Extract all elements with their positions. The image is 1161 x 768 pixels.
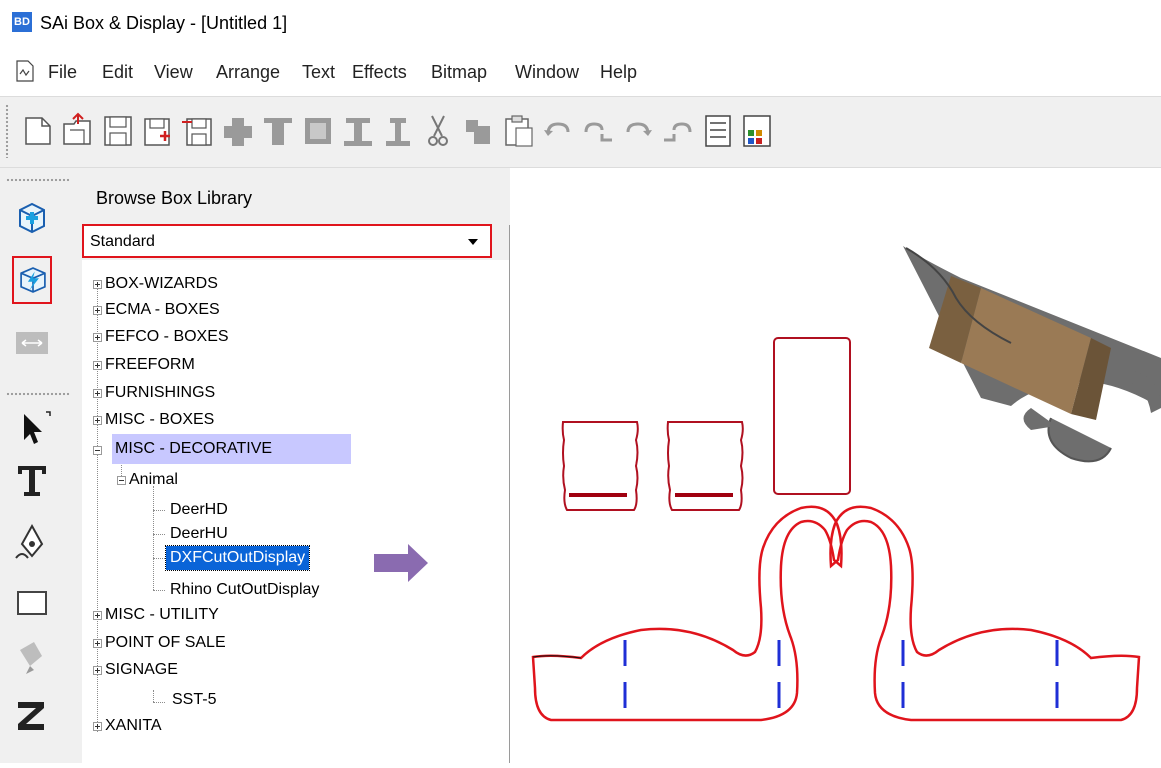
- tree-item-point-of-sale[interactable]: POINT OF SALE: [105, 631, 226, 655]
- menu-view[interactable]: View: [154, 62, 193, 83]
- menu-text[interactable]: Text: [302, 62, 335, 83]
- tool-grip-middle[interactable]: [6, 392, 70, 396]
- save-as-icon[interactable]: [138, 110, 178, 152]
- title-bar: BD SAi Box & Display - [Untitled 1]: [0, 0, 1161, 52]
- tree-item-misc-utility[interactable]: MISC - UTILITY: [105, 603, 219, 627]
- tree-item-box-wizards[interactable]: BOX-WIZARDS: [105, 272, 218, 296]
- nudge-left-icon[interactable]: [218, 110, 258, 152]
- collapse-icon[interactable]: [117, 476, 126, 485]
- tree-connector: [153, 558, 165, 560]
- document-menu-icon[interactable]: [16, 60, 34, 82]
- tree-item-sst-5[interactable]: SST-5: [172, 688, 216, 712]
- new-box-icon[interactable]: [12, 198, 52, 238]
- select-arrow-icon[interactable]: [12, 408, 52, 448]
- export-icon[interactable]: [178, 110, 218, 152]
- align-bottom-icon[interactable]: [378, 110, 418, 152]
- undo-icon[interactable]: [538, 110, 578, 152]
- tree-item-fefco-boxes[interactable]: FEFCO - BOXES: [105, 325, 229, 349]
- redo-multiple-icon[interactable]: [658, 110, 698, 152]
- purple-arrow-icon: [374, 544, 428, 582]
- menu-help[interactable]: Help: [600, 62, 637, 83]
- save-icon[interactable]: [98, 110, 138, 152]
- dropdown-arrow-icon[interactable]: [468, 239, 478, 245]
- tree-item-ecma-boxes[interactable]: ECMA - BOXES: [105, 298, 220, 322]
- toolbar-grip[interactable]: [5, 104, 9, 158]
- palette-icon[interactable]: [738, 110, 778, 152]
- menu-effects[interactable]: Effects: [352, 62, 407, 83]
- expand-icon[interactable]: [93, 639, 102, 648]
- fill-tool-icon[interactable]: [12, 636, 52, 676]
- tree-connector: [153, 690, 155, 702]
- tree-item-rhino-cutoutdisplay[interactable]: Rhino CutOutDisplay: [170, 578, 319, 602]
- panel-title: Browse Box Library: [96, 188, 253, 208]
- tree-connector: [153, 590, 165, 592]
- tree-item-signage[interactable]: SIGNAGE: [105, 658, 178, 682]
- expand-icon[interactable]: [93, 333, 102, 342]
- expand-icon[interactable]: [93, 306, 102, 315]
- library-dropdown[interactable]: Standard: [82, 224, 492, 258]
- expand-icon[interactable]: [93, 361, 102, 370]
- tree-connector: [153, 534, 165, 536]
- app-icon: BD: [12, 12, 32, 32]
- tree-item-misc-decorative[interactable]: MISC - DECORATIVE: [112, 434, 351, 464]
- design-canvas[interactable]: [511, 168, 1161, 763]
- tree-item-furnishings[interactable]: FURNISHINGS: [105, 381, 215, 405]
- library-dropdown-value: Standard: [90, 233, 155, 250]
- redo-icon[interactable]: [618, 110, 658, 152]
- properties-icon[interactable]: [698, 110, 738, 152]
- collapse-icon[interactable]: [93, 446, 102, 455]
- align-top-icon[interactable]: [258, 110, 298, 152]
- expand-icon[interactable]: [93, 722, 102, 731]
- expand-icon[interactable]: [93, 666, 102, 675]
- box-library-button[interactable]: [12, 256, 52, 304]
- menu-edit[interactable]: Edit: [102, 62, 133, 83]
- expand-icon[interactable]: [93, 389, 102, 398]
- tree-connector: [153, 510, 165, 512]
- window-title: SAi Box & Display - [Untitled 1]: [40, 13, 288, 33]
- tree-item-animal[interactable]: Animal: [129, 468, 178, 492]
- rectangle-tool-icon[interactable]: [12, 582, 52, 622]
- tree-connector: [153, 486, 155, 590]
- menu-arrange[interactable]: Arrange: [216, 62, 280, 83]
- text-tool-icon[interactable]: [12, 460, 52, 500]
- pen-tool-icon[interactable]: [12, 522, 52, 562]
- dimension-icon[interactable]: [12, 322, 52, 362]
- expand-icon[interactable]: [93, 416, 102, 425]
- copy-icon[interactable]: [458, 110, 498, 152]
- tool-grip-top[interactable]: [6, 178, 70, 182]
- new-icon[interactable]: [18, 110, 58, 152]
- align-center-icon[interactable]: [298, 110, 338, 152]
- expand-icon[interactable]: [93, 611, 102, 620]
- tree-item-freeform[interactable]: FREEFORM: [105, 353, 195, 377]
- tree-item-deerhd[interactable]: DeerHD: [170, 498, 228, 522]
- open-icon[interactable]: [58, 110, 98, 152]
- menu-file[interactable]: File: [48, 62, 77, 83]
- cut-icon[interactable]: [418, 110, 458, 152]
- tree-item-xanita[interactable]: XANITA: [105, 714, 162, 738]
- tree-item-deerhu[interactable]: DeerHU: [170, 522, 228, 546]
- box-library-icon: [20, 267, 46, 293]
- menu-bitmap[interactable]: Bitmap: [431, 62, 487, 83]
- dieline-drawing: [531, 246, 1161, 722]
- distribute-icon[interactable]: [338, 110, 378, 152]
- tree-item-misc-boxes[interactable]: MISC - BOXES: [105, 408, 214, 432]
- paste-icon[interactable]: [498, 110, 538, 152]
- panel-splitter[interactable]: [509, 225, 510, 763]
- tree-item-dxfcutoutdisplay[interactable]: DXFCutOutDisplay: [164, 545, 311, 571]
- expand-icon[interactable]: [93, 280, 102, 289]
- zoom-tool-icon[interactable]: [12, 694, 52, 734]
- undo-multiple-icon[interactable]: [578, 110, 618, 152]
- tree-connector: [153, 702, 165, 704]
- menu-window[interactable]: Window: [515, 62, 579, 83]
